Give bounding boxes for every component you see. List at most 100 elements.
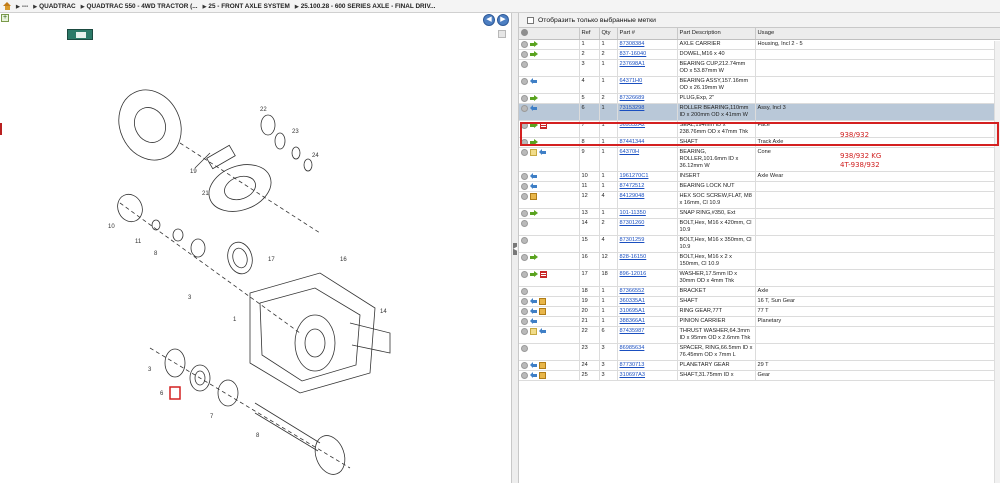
blue-arrow-icon[interactable] [530,297,537,305]
part-number-cell[interactable]: 87301260 [617,218,678,236]
expand-panel-button[interactable] [67,29,93,40]
part-number-cell[interactable]: 87366552 [617,286,678,297]
column-header[interactable]: Usage [755,28,1000,40]
blue-arrow-icon[interactable] [530,172,537,180]
part-number-link[interactable]: 87301259 [620,237,645,243]
select-circle-icon[interactable] [521,94,528,102]
table-row[interactable]: 7 1 369532A2 SEAL,194mm ID x 238.76mm OD x … [519,120,1000,138]
breadcrumb-item[interactable]: ▶ QUADTRAC 550 - 4WD TRACTOR (... [81,3,198,10]
part-number-cell[interactable]: 237698A1 [617,59,678,77]
blue-arrow-icon[interactable] [530,317,537,325]
document-icon[interactable] [540,270,547,278]
part-number-cell[interactable]: 388366A1 [617,316,678,327]
table-row[interactable]: 10 1 1961270C1 INSERT Axle Wear [519,171,1000,182]
part-number-link[interactable]: 87301260 [620,220,645,226]
green-arrow-icon[interactable] [530,253,538,261]
select-circle-icon[interactable] [521,317,528,325]
table-row[interactable]: 21 1 388366A1 PINION CARRIER Planetary [519,316,1000,327]
table-row[interactable]: 8 1 87441344 SHAFT Track Axle [519,137,1000,148]
part-number-cell[interactable]: 87301259 [617,235,678,253]
pane-splitter[interactable]: ◀ [511,13,519,483]
blue-arrow-icon[interactable] [530,104,537,112]
table-row[interactable]: 6 1 73153298 ROLLER BEARING,110mm ID x 200m… [519,103,1000,121]
select-circle-icon[interactable] [521,236,528,244]
vertical-scrollbar[interactable] [994,41,1000,483]
select-circle-icon[interactable] [521,192,528,200]
green-arrow-icon[interactable] [530,270,538,278]
part-number-cell[interactable]: 837-16040 [617,49,678,60]
part-number-link[interactable]: 310695A1 [620,308,646,314]
table-row[interactable]: 1 1 87308384 AXLE CARRIER Housing, Incl 2 - … [519,39,1000,50]
select-circle-icon[interactable] [521,50,528,58]
package-icon[interactable] [539,297,546,305]
part-number-link[interactable]: 64371H0 [620,78,643,84]
select-circle-icon[interactable] [521,270,528,278]
column-header[interactable]: Part Description [677,28,756,40]
part-number-cell[interactable]: 310697A3 [617,370,678,381]
select-circle-icon[interactable] [521,371,528,379]
part-number-link[interactable]: 896-12016 [620,271,647,277]
green-arrow-icon[interactable] [530,50,538,58]
table-row[interactable]: 3 1 237698A1 BEARING CUP,212.74mm OD x 53.8… [519,59,1000,77]
collapse-arrow-icon[interactable]: ◀ [513,243,517,255]
part-number-link[interactable]: 84129048 [620,193,645,199]
part-number-cell[interactable]: 828-16150 [617,252,678,270]
forward-arrow-icon[interactable]: ▶ [497,14,509,26]
green-arrow-icon[interactable] [530,40,538,48]
filter-checkbox[interactable] [527,16,534,24]
package-icon[interactable] [539,307,546,315]
column-header[interactable]: Ref [579,28,600,40]
select-circle-icon[interactable] [521,121,528,129]
package-icon[interactable] [530,192,537,200]
back-arrow-icon[interactable]: ◀ [483,14,495,26]
part-number-link[interactable]: 101-11350 [620,210,646,216]
table-row[interactable]: 15 4 87301259 BOLT,Hex, M16 x 350mm, Cl 10.… [519,235,1000,253]
part-number-cell[interactable]: 64370H [617,147,678,172]
folder-icon[interactable] [530,148,537,156]
part-number-cell[interactable]: 64371H0 [617,76,678,94]
select-circle-icon[interactable] [521,287,528,295]
select-circle-icon[interactable] [521,361,528,369]
package-icon[interactable] [539,361,546,369]
part-number-cell[interactable]: 73153298 [617,103,678,121]
blue-arrow-icon[interactable] [530,182,537,190]
part-number-link[interactable]: 87435987 [620,328,645,334]
highlighted-callout[interactable] [169,386,181,400]
table-row[interactable]: 17 18 896-12016 WASHER,17.5mm ID x 30mm OD … [519,269,1000,287]
blue-arrow-icon[interactable] [530,361,537,369]
select-circle-icon[interactable] [521,172,528,180]
part-number-link[interactable]: 360335A1 [620,298,646,304]
table-row[interactable]: 2 2 837-16040 DOWEL,M16 x 40 [519,49,1000,60]
table-row[interactable]: 4 1 64371H0 BEARING ASSY,157.16mm OD x 26.1… [519,76,1000,94]
select-circle-icon[interactable] [521,60,528,68]
part-number-cell[interactable]: 87472512 [617,181,678,192]
select-circle-icon[interactable] [521,307,528,315]
select-circle-icon[interactable] [521,344,528,352]
table-row[interactable]: 24 3 87730713 PLANETARY GEAR 29 T [519,360,1000,371]
home-icon[interactable] [3,2,12,10]
table-row[interactable]: 5 2 87326689 PLUG,Exp, 2" [519,93,1000,104]
table-row[interactable]: 11 1 87472512 BEARING LOCK NUT [519,181,1000,192]
part-number-link[interactable]: 237698A1 [620,61,646,67]
part-number-link[interactable]: 73153298 [620,105,645,111]
table-row[interactable]: 20 1 310695A1 RING GEAR,77T 77 T [519,306,1000,317]
package-icon[interactable] [539,371,546,379]
select-circle-icon[interactable] [521,209,528,217]
table-row[interactable]: 22 6 87435987 THRUST WASHER,64.3mm ID x 95m… [519,326,1000,344]
part-number-link[interactable]: 87730713 [620,362,645,368]
green-arrow-icon[interactable] [530,209,538,217]
part-number-cell[interactable]: 360335A1 [617,296,678,307]
column-header[interactable]: Part # [617,28,678,40]
blue-arrow-icon[interactable] [539,327,546,335]
blue-arrow-icon[interactable] [530,307,537,315]
table-row[interactable]: 12 4 84129048 HEX SOC SCREW,FLAT, M8 x 16mm… [519,191,1000,209]
select-circle-icon[interactable] [521,104,528,112]
table-row[interactable]: 13 1 101-11350 SNAP RING,#350, Ext [519,208,1000,219]
part-number-cell[interactable]: 896-12016 [617,269,678,287]
part-number-cell[interactable]: 87308384 [617,39,678,50]
part-number-cell[interactable]: 84129048 [617,191,678,209]
select-circle-icon[interactable] [521,138,528,146]
select-circle-icon[interactable] [521,40,528,48]
diagram-scroll-handle[interactable] [498,30,506,38]
part-number-link[interactable]: 388366A1 [620,318,646,324]
